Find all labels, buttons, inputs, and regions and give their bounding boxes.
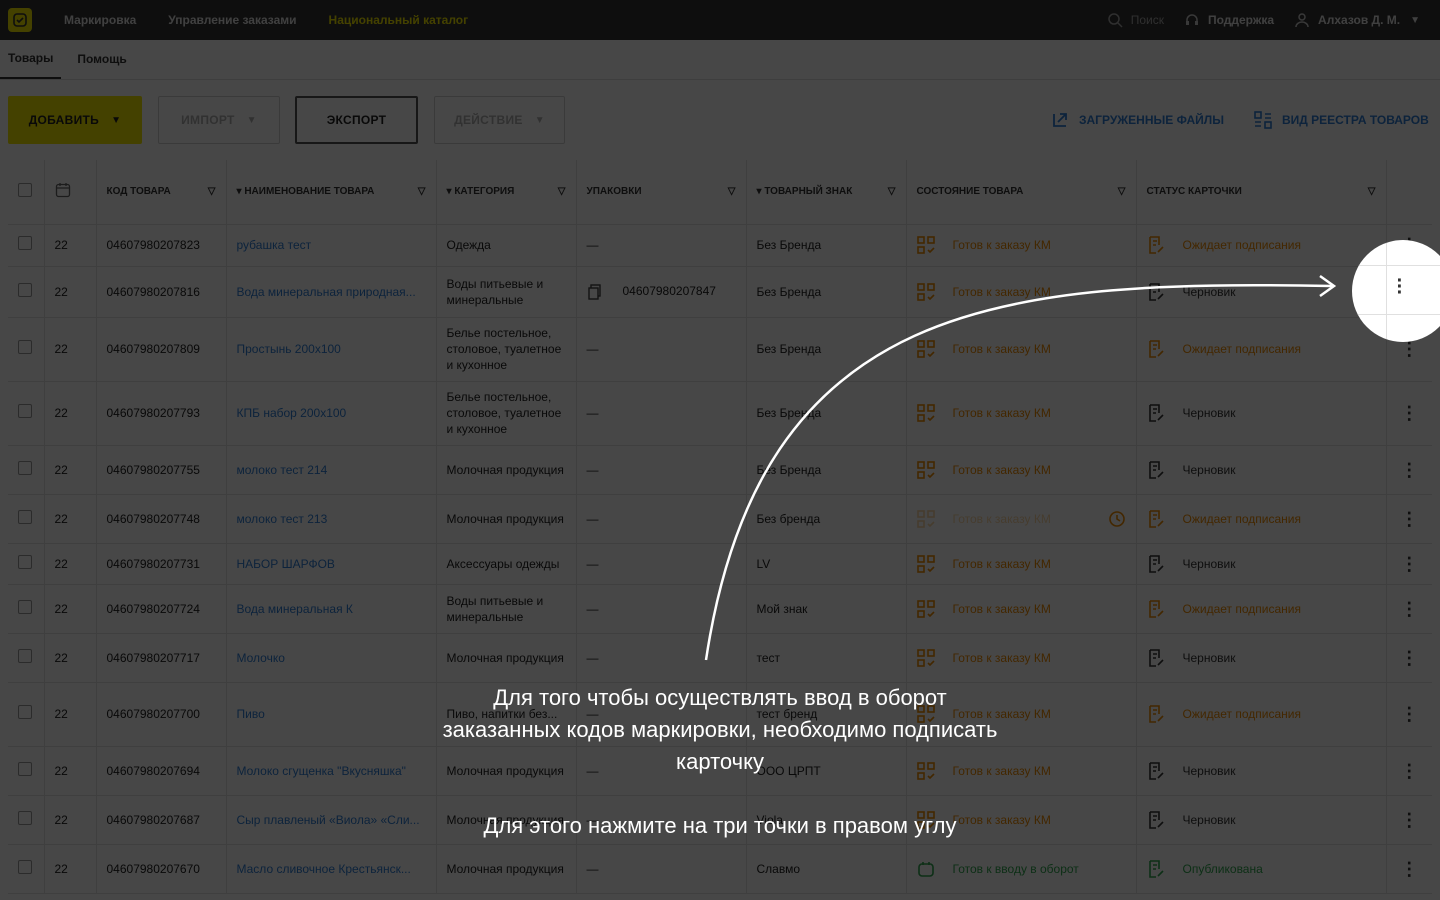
hint-text-secondary: Для этого нажмите на три точки в правом …	[483, 813, 957, 838]
hint-text: Для того чтобы осуществлять ввод в оборо…	[442, 685, 998, 774]
